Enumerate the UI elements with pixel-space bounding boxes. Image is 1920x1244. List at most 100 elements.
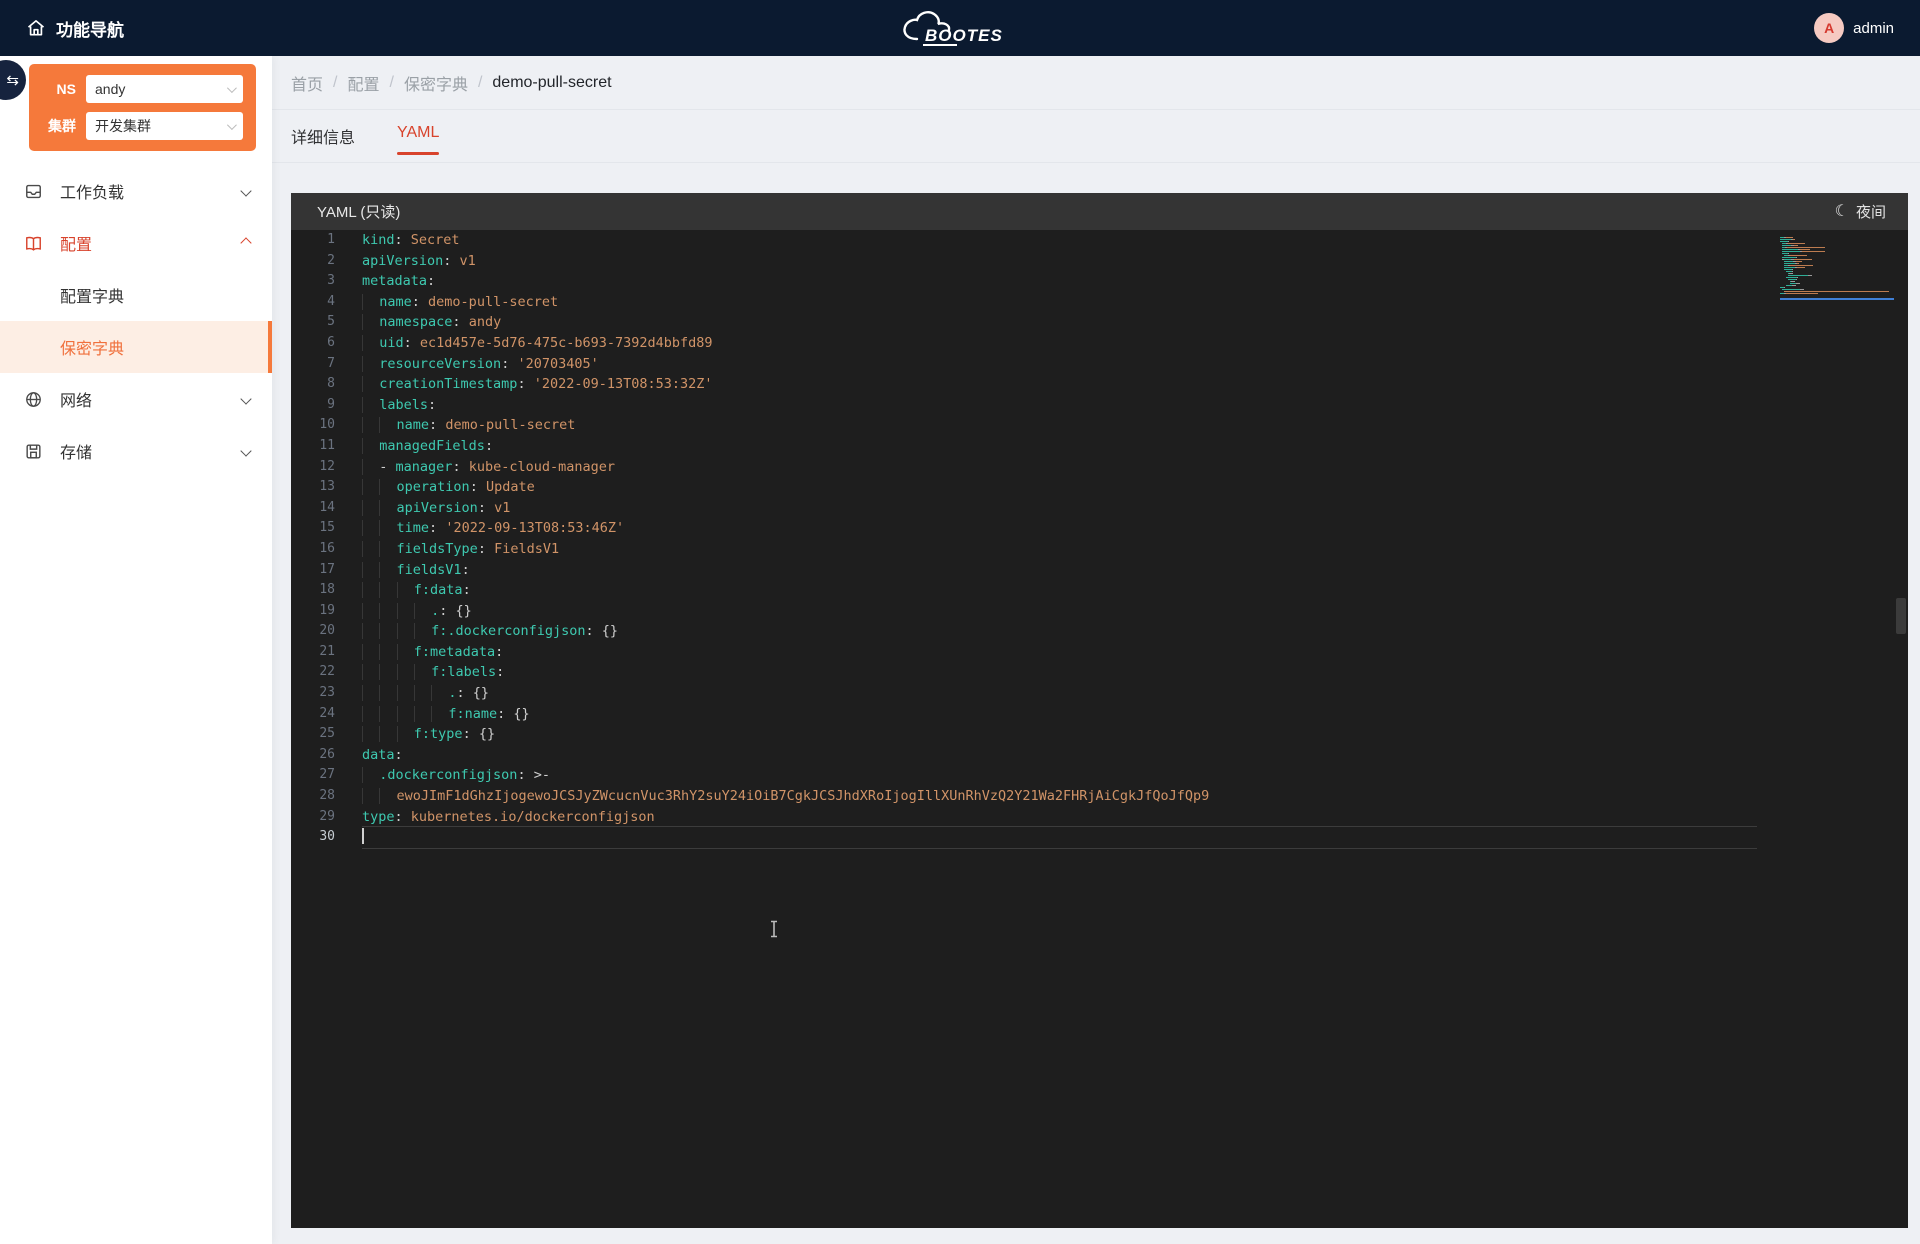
code-line-17: 17 fieldsV1: [291,560,1908,581]
line-number: 22 [291,662,335,683]
line-number: 17 [291,560,335,581]
code-line-12: 12 - manager: kube-cloud-manager [291,457,1908,478]
line-number: 8 [291,374,335,395]
cluster-select[interactable]: 开发集群 [86,112,243,140]
network-icon [24,389,44,409]
code-area[interactable]: 1kind: Secret2apiVersion: v13metadata:4 … [291,230,1908,1228]
workloads-icon [24,181,44,201]
code-line-30: 30 [291,827,1908,848]
code-line-8: 8 creationTimestamp: '2022-09-13T08:53:3… [291,374,1908,395]
code-line-2: 2apiVersion: v1 [291,251,1908,272]
sidebar-item-label: 配置字典 [60,283,124,307]
sidebar-collapse-button[interactable]: ⇆ [0,60,26,100]
line-number: 11 [291,436,335,457]
breadcrumb-item[interactable]: 首页 [291,71,323,95]
code-line-9: 9 labels: [291,395,1908,416]
text-caret [362,828,364,844]
sidebar-item-storage[interactable]: 存储 [0,425,272,477]
breadcrumb-separator: / [389,74,393,92]
code-line-20: 20 f:.dockerconfigjson: {} [291,621,1908,642]
sidebar-item-label: 工作负载 [60,179,124,203]
line-number: 16 [291,539,335,560]
tab-yaml[interactable]: YAML [397,124,439,155]
code-line-7: 7 resourceVersion: '20703405' [291,354,1908,375]
line-number: 10 [291,415,335,436]
night-mode-label: 夜间 [1856,201,1886,222]
minimap-current-line-marker [1780,298,1894,300]
sidebar-item-config[interactable]: 配置 [0,217,272,269]
breadcrumb-item: demo-pull-secret [492,74,611,92]
line-number: 13 [291,477,335,498]
chevron-down-icon [240,185,251,196]
sidebar-item-network[interactable]: 网络 [0,373,272,425]
line-number: 25 [291,724,335,745]
sidebar-menu: 工作负载配置配置字典保密字典网络存储 [0,165,272,477]
code-line-25: 25 f:type: {} [291,724,1908,745]
cluster-label: 集群 [42,116,76,136]
code-line-19: 19 .: {} [291,601,1908,622]
code-line-26: 26data: [291,745,1908,766]
user-name: admin [1853,20,1894,37]
code-line-28: 28 ewoJImF1dGhzIjogewoJCSJyZWcucnVuc3RhY… [291,786,1908,807]
namespace-select[interactable]: andy [86,75,243,103]
app-header: 功能导航 BOOTES A admin [0,0,1920,56]
line-number: 9 [291,395,335,416]
breadcrumb-item[interactable]: 配置 [347,71,379,95]
line-number: 15 [291,518,335,539]
code-line-10: 10 name: demo-pull-secret [291,415,1908,436]
moon-icon: ☾ [1835,204,1849,220]
config-icon [24,233,44,253]
code-line-29: 29type: kubernetes.io/dockerconfigjson [291,807,1908,828]
user-menu[interactable]: A admin [1814,13,1894,43]
text-cursor-pointer [768,920,780,938]
line-number: 23 [291,683,335,704]
line-number: 12 [291,457,335,478]
line-number: 14 [291,498,335,519]
nav-home[interactable]: 功能导航 [26,16,124,41]
code-line-3: 3metadata: [291,271,1908,292]
yaml-editor-panel: YAML (只读) ☾ 夜间 1kind: Secret2apiVersion:… [291,193,1908,1228]
night-mode-toggle[interactable]: ☾ 夜间 [1835,201,1886,222]
cluster-select-value: 开发集群 [95,116,151,136]
tab-详细信息[interactable]: 详细信息 [291,124,355,161]
minimap[interactable] [1780,237,1894,300]
home-icon [26,18,46,38]
code-line-18: 18 f:data: [291,580,1908,601]
breadcrumb-separator: / [333,74,337,92]
sidebar-item-secret-dict[interactable]: 保密字典 [0,321,272,373]
code-line-5: 5 namespace: andy [291,312,1908,333]
sidebar-item-config-dict[interactable]: 配置字典 [0,269,272,321]
nav-home-label: 功能导航 [56,16,124,41]
tab-bar: 详细信息 YAML [272,110,1920,163]
line-number: 3 [291,271,335,292]
code-line-15: 15 time: '2022-09-13T08:53:46Z' [291,518,1908,539]
breadcrumb: 首页 / 配置 / 保密字典 / demo-pull-secret [272,56,1920,110]
sidebar-item-workloads[interactable]: 工作负载 [0,165,272,217]
code-line-1: 1kind: Secret [291,230,1908,251]
line-number: 24 [291,704,335,725]
sidebar-item-label: 网络 [60,387,92,411]
main-content: 首页 / 配置 / 保密字典 / demo-pull-secret 详细信息 YAML YAM… [272,56,1920,1244]
chevron-down-icon [240,445,251,456]
sidebar-item-label: 存储 [60,439,92,463]
brand-logo: BOOTES [895,0,1025,56]
cloud-logo-icon: BOOTES [895,6,1025,50]
line-number: 2 [291,251,335,272]
code-line-22: 22 f:labels: [291,662,1908,683]
line-number: 29 [291,807,335,828]
sidebar: ⇆ NS andy 集群 开发集群 工作负载配置配置字典保密字典网络存储 [0,56,272,1244]
editor-scrollbar-thumb[interactable] [1896,598,1906,634]
line-number: 7 [291,354,335,375]
breadcrumb-separator: / [478,74,482,92]
collapse-arrows-icon: ⇆ [6,71,19,89]
code-line-13: 13 operation: Update [291,477,1908,498]
chevron-down-icon [240,393,251,404]
namespace-select-value: andy [95,81,125,97]
chevron-down-icon [227,120,237,130]
line-number: 26 [291,745,335,766]
namespace-panel: NS andy 集群 开发集群 [29,64,256,151]
line-number: 19 [291,601,335,622]
line-number: 27 [291,765,335,786]
breadcrumb-item[interactable]: 保密字典 [404,71,468,95]
sidebar-item-label: 保密字典 [60,335,124,359]
